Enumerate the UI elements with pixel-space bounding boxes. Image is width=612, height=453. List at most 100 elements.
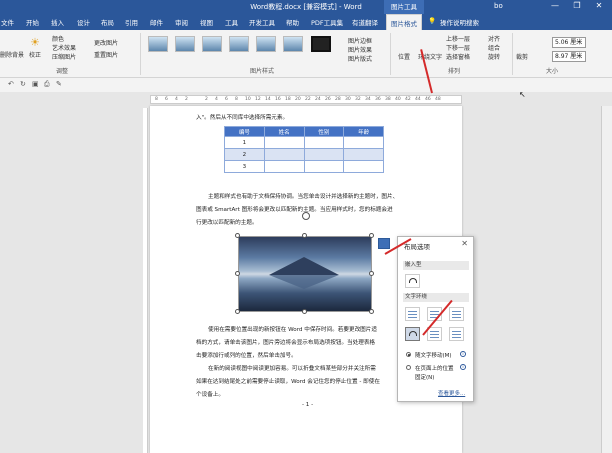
resize-handle[interactable] (235, 309, 240, 314)
undo-icon[interactable]: ↶ (8, 80, 14, 88)
table-cell[interactable] (303, 136, 345, 149)
picture-border-button[interactable]: 图片边框 (348, 36, 372, 45)
tab-design[interactable]: 设计 (77, 17, 90, 27)
compress-button[interactable]: 压缩图片 (52, 52, 76, 61)
change-picture-button[interactable]: 更改图片 (94, 38, 118, 47)
selection-pane-button[interactable]: 选择窗格 (446, 52, 470, 61)
resize-handle[interactable] (235, 271, 240, 276)
wrap-square-option[interactable] (405, 307, 420, 321)
table-cell[interactable] (303, 160, 345, 173)
table-row[interactable]: 3 (224, 160, 384, 173)
panel-close-icon[interactable]: ✕ (461, 239, 468, 248)
crop-button[interactable]: 裁剪 (516, 52, 528, 61)
ruler-tick: 44 (415, 97, 421, 102)
resize-handle[interactable] (235, 233, 240, 238)
inline-option[interactable] (405, 274, 420, 288)
reset-picture-button[interactable]: 重置图片 (94, 50, 118, 59)
table-cell[interactable]: 1 (224, 136, 265, 149)
close-window-button[interactable]: ✕ (592, 1, 606, 10)
table-row[interactable]: 2 (224, 148, 384, 161)
tab-home[interactable]: 开始 (26, 17, 39, 27)
table-cell[interactable] (343, 148, 384, 161)
width-field[interactable]: 8.97 厘米 (552, 51, 586, 62)
info-icon[interactable]: i (460, 364, 466, 370)
wrap-through-option[interactable] (449, 307, 464, 321)
resize-handle[interactable] (369, 233, 374, 238)
tab-tools[interactable]: 工具 (225, 17, 238, 27)
data-table[interactable]: 编号 姓名 性别 年龄 1 2 3 (224, 126, 384, 173)
remove-background-button[interactable]: 删除背景 (0, 50, 24, 59)
table-cell[interactable] (263, 136, 305, 149)
align-button[interactable]: 对齐 (488, 34, 500, 43)
artistic-effects-button[interactable]: 艺术效果 (52, 43, 76, 52)
resize-handle[interactable] (302, 309, 307, 314)
tab-view[interactable]: 视图 (200, 17, 213, 27)
bring-forward-button[interactable]: 上移一层 (446, 34, 470, 43)
resize-handle[interactable] (369, 271, 374, 276)
tab-help[interactable]: 帮助 (286, 17, 299, 27)
layout-options-button[interactable] (378, 238, 390, 249)
tab-file[interactable]: 文件 (1, 17, 14, 27)
tab-layout[interactable]: 布局 (101, 17, 114, 27)
picture-layout-button[interactable]: 图片版式 (348, 54, 372, 63)
tab-references[interactable]: 引用 (125, 17, 138, 27)
table-cell[interactable]: 3 (224, 160, 265, 173)
table-cell[interactable] (303, 148, 345, 161)
redo-icon[interactable]: ↻ (20, 80, 26, 88)
position-button[interactable]: 位置 (398, 52, 410, 61)
rotate-button[interactable]: 旋转 (488, 52, 500, 61)
style-thumb[interactable] (229, 36, 249, 52)
color-button[interactable]: 颜色 (52, 34, 64, 43)
correct-button[interactable]: 校正 (29, 50, 41, 59)
window-title: Word教程.docx [兼容模式] - Word (250, 3, 362, 11)
print-icon[interactable]: ⎙ (44, 80, 50, 89)
vertical-scrollbar[interactable] (601, 106, 612, 453)
table-cell[interactable] (343, 136, 384, 149)
picture-effects-button[interactable]: 图片效果 (348, 45, 372, 54)
style-thumb[interactable] (175, 36, 195, 52)
tab-insert[interactable]: 插入 (51, 17, 64, 27)
ruler-tick: 38 (385, 97, 391, 102)
wrap-top-bottom-option[interactable] (405, 327, 420, 341)
tab-youdao[interactable]: 有道翻译 (352, 17, 378, 27)
user-name[interactable]: bo (494, 2, 503, 10)
tab-picture-format[interactable]: 图片格式 (386, 14, 422, 30)
see-more-link[interactable]: 查看更多... (438, 389, 465, 397)
table-cell[interactable] (263, 148, 305, 161)
tab-review[interactable]: 审阅 (175, 17, 188, 27)
style-thumb[interactable] (283, 36, 303, 52)
wrap-in-front-option[interactable] (449, 327, 464, 341)
style-thumb[interactable] (202, 36, 222, 52)
table-cell[interactable] (343, 160, 384, 173)
rotate-handle-icon[interactable] (302, 212, 310, 220)
resize-handle[interactable] (369, 309, 374, 314)
style-thumb-selected[interactable] (311, 36, 331, 52)
selected-picture[interactable] (238, 236, 372, 312)
restore-button[interactable]: ❐ (570, 1, 584, 10)
text-line: 档的方式，请单击该图片，图片旁边将会显示布局选项按钮。当处理表格 (196, 340, 376, 346)
page-number: - 1 - (302, 402, 314, 408)
info-icon[interactable]: i (460, 351, 466, 357)
ribbon-tabs: 文件 开始 插入 设计 布局 引用 邮件 审阅 视图 工具 开发工具 帮助 PD… (0, 14, 612, 30)
tab-mailings[interactable]: 邮件 (150, 17, 163, 27)
save-icon[interactable]: ▣ (32, 80, 39, 88)
ruler-tick: 40 (395, 97, 401, 102)
format-painter-icon[interactable]: ✎ (56, 80, 62, 88)
table-cell[interactable]: 2 (224, 148, 265, 161)
tab-pdf-tools[interactable]: PDF工具集 (311, 17, 343, 27)
resize-handle[interactable] (302, 233, 307, 238)
move-with-text-radio[interactable] (406, 352, 411, 357)
style-thumb[interactable] (148, 36, 168, 52)
fix-position-radio[interactable] (406, 365, 411, 370)
height-field[interactable]: 5.06 厘米 (552, 37, 586, 48)
table-row[interactable]: 1 (224, 136, 384, 149)
tab-developer[interactable]: 开发工具 (249, 17, 275, 27)
text-line: 图表或 SmartArt 图形将会更改以匹配新的主题。当应用样式时，您的标题会进 (196, 207, 393, 213)
tell-me-search[interactable]: 操作说明搜索 (440, 17, 479, 27)
table-cell[interactable] (263, 160, 305, 173)
group-button[interactable]: 组合 (488, 43, 500, 52)
minimize-button[interactable]: — (548, 1, 562, 10)
style-thumb[interactable] (256, 36, 276, 52)
send-backward-button[interactable]: 下移一层 (446, 43, 470, 52)
adjust-group-label: 调整 (56, 68, 69, 75)
